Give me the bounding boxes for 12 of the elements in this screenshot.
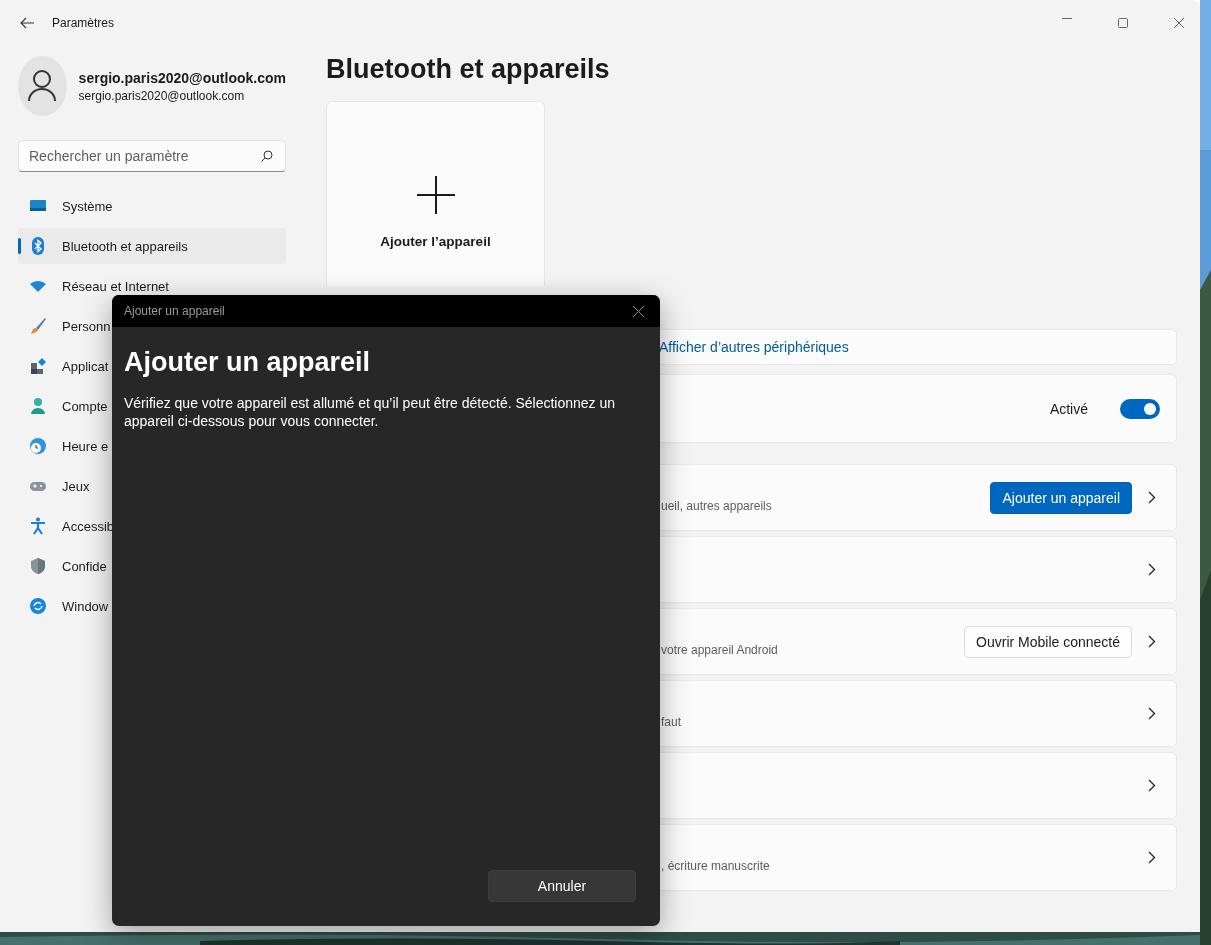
page-title: Bluetooth et appareils bbox=[326, 54, 611, 85]
dialog-title: Ajouter un appareil bbox=[124, 304, 225, 318]
card-subtitle: votre appareil Android bbox=[661, 643, 778, 659]
profile-email: sergio.paris2020@outlook.com bbox=[78, 88, 246, 103]
card-subtitle: , écriture manuscrite bbox=[661, 859, 770, 875]
card-subtitle: ueil, autres appareils bbox=[661, 499, 772, 515]
dialog-text: Vérifiez que votre appareil est allumé et qu’il peut être détecté. Sélectionnez un appareil ci-dessous pour vous connecter. bbox=[124, 394, 617, 430]
dialog-heading: Ajouter un appareil bbox=[124, 347, 372, 378]
profile-name: sergio.paris2020@outlook.com bbox=[78, 69, 286, 86]
toggle-state: Activé bbox=[1049, 400, 1088, 417]
card-subtitle: faut bbox=[661, 715, 681, 731]
window-title: Paramètres bbox=[52, 16, 115, 30]
